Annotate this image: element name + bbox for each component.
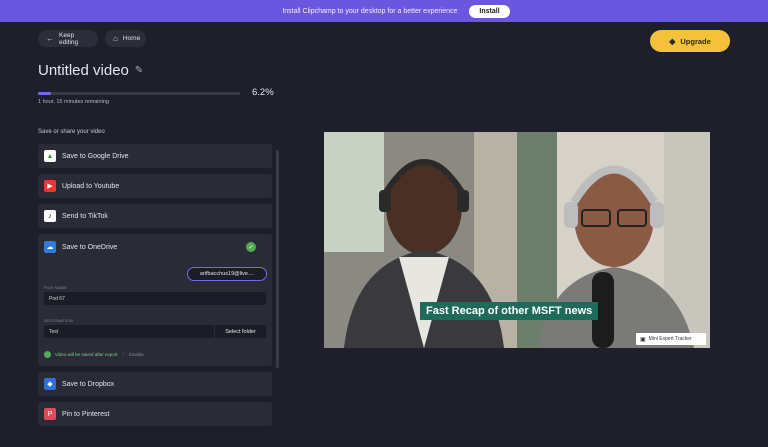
option-youtube[interactable]: ▶ Upload to Youtube — [38, 174, 272, 198]
upgrade-button[interactable]: ◆ Upgrade — [650, 30, 730, 52]
destination-label: DESTINATION — [44, 318, 73, 323]
account-selector[interactable]: arifbacchus19@live.... — [187, 267, 267, 281]
section-label: Save or share your video — [38, 129, 105, 135]
tracker-label: Mini Expert Tracker — [648, 336, 692, 342]
saved-note: Video will be saved after export | Disab… — [44, 351, 144, 358]
banner-text: Install Clipchamp to your desktop for a … — [282, 7, 458, 15]
pencil-icon[interactable]: ✎ — [135, 65, 143, 76]
option-label: Save to Dropbox — [62, 380, 115, 388]
video-title[interactable]: Untitled video ✎ — [38, 62, 143, 79]
option-label: Save to OneDrive — [62, 243, 118, 251]
select-folder-button[interactable]: Select folder — [215, 325, 266, 338]
divider: | — [122, 352, 124, 357]
youtube-icon: ▶ — [44, 180, 56, 192]
export-progress-bar — [38, 92, 240, 95]
home-icon: ⌂ — [113, 34, 118, 43]
toggle-on-icon[interactable] — [44, 351, 51, 358]
tiktok-icon: ♪ — [44, 210, 56, 222]
onedrive-panel: ☁ Save to OneDrive ✓ arifbacchus19@live.… — [38, 234, 272, 366]
option-onedrive[interactable]: ☁ Save to OneDrive — [44, 241, 117, 253]
home-label: Home — [122, 35, 141, 42]
check-icon: ✓ — [246, 242, 256, 252]
destination-field[interactable]: Test — [44, 325, 214, 338]
option-label: Upload to Youtube — [62, 182, 120, 190]
arrow-left-icon: ← — [46, 34, 54, 43]
diamond-icon: ◆ — [669, 36, 676, 46]
time-remaining: 1 hour, 15 minutes remaining — [38, 99, 109, 105]
tracker-badge: ▣ Mini Expert Tracker — [636, 333, 706, 345]
install-banner: Install Clipchamp to your desktop for a … — [0, 0, 768, 22]
option-label: Pin to Pinterest — [62, 410, 110, 418]
keep-editing-button[interactable]: ← Keep editing — [38, 30, 98, 47]
export-progress-fill — [38, 92, 51, 95]
saved-note-text: Video will be saved after export — [55, 352, 118, 357]
google-drive-icon: ▲ — [44, 150, 56, 162]
option-tiktok[interactable]: ♪ Send to TikTok — [38, 204, 272, 228]
progress-percent: 6.2% — [252, 87, 274, 98]
pinterest-icon: P — [44, 408, 56, 420]
option-label: Send to TikTok — [62, 212, 108, 220]
option-google-drive[interactable]: ▲ Save to Google Drive — [38, 144, 272, 168]
home-button[interactable]: ⌂ Home — [105, 30, 146, 47]
upgrade-label: Upgrade — [680, 36, 711, 46]
video-caption: Fast Recap of other MSFT news — [420, 302, 599, 320]
dropbox-icon: ◆ — [44, 378, 56, 390]
video-title-text: Untitled video — [38, 62, 129, 79]
scrollbar[interactable] — [276, 150, 279, 368]
install-button[interactable]: Install — [469, 4, 510, 18]
tracker-icon: ▣ — [640, 336, 646, 343]
filename-field[interactable]: Pod 67 — [44, 292, 266, 305]
filename-label: FILE NAME — [44, 285, 67, 290]
onedrive-icon: ☁ — [44, 241, 56, 253]
keep-editing-label: Keep editing — [59, 31, 79, 46]
option-pinterest[interactable]: P Pin to Pinterest — [38, 402, 272, 426]
option-dropbox[interactable]: ◆ Save to Dropbox — [38, 372, 272, 396]
disable-link[interactable]: Disable — [129, 352, 144, 357]
option-label: Save to Google Drive — [62, 152, 129, 160]
